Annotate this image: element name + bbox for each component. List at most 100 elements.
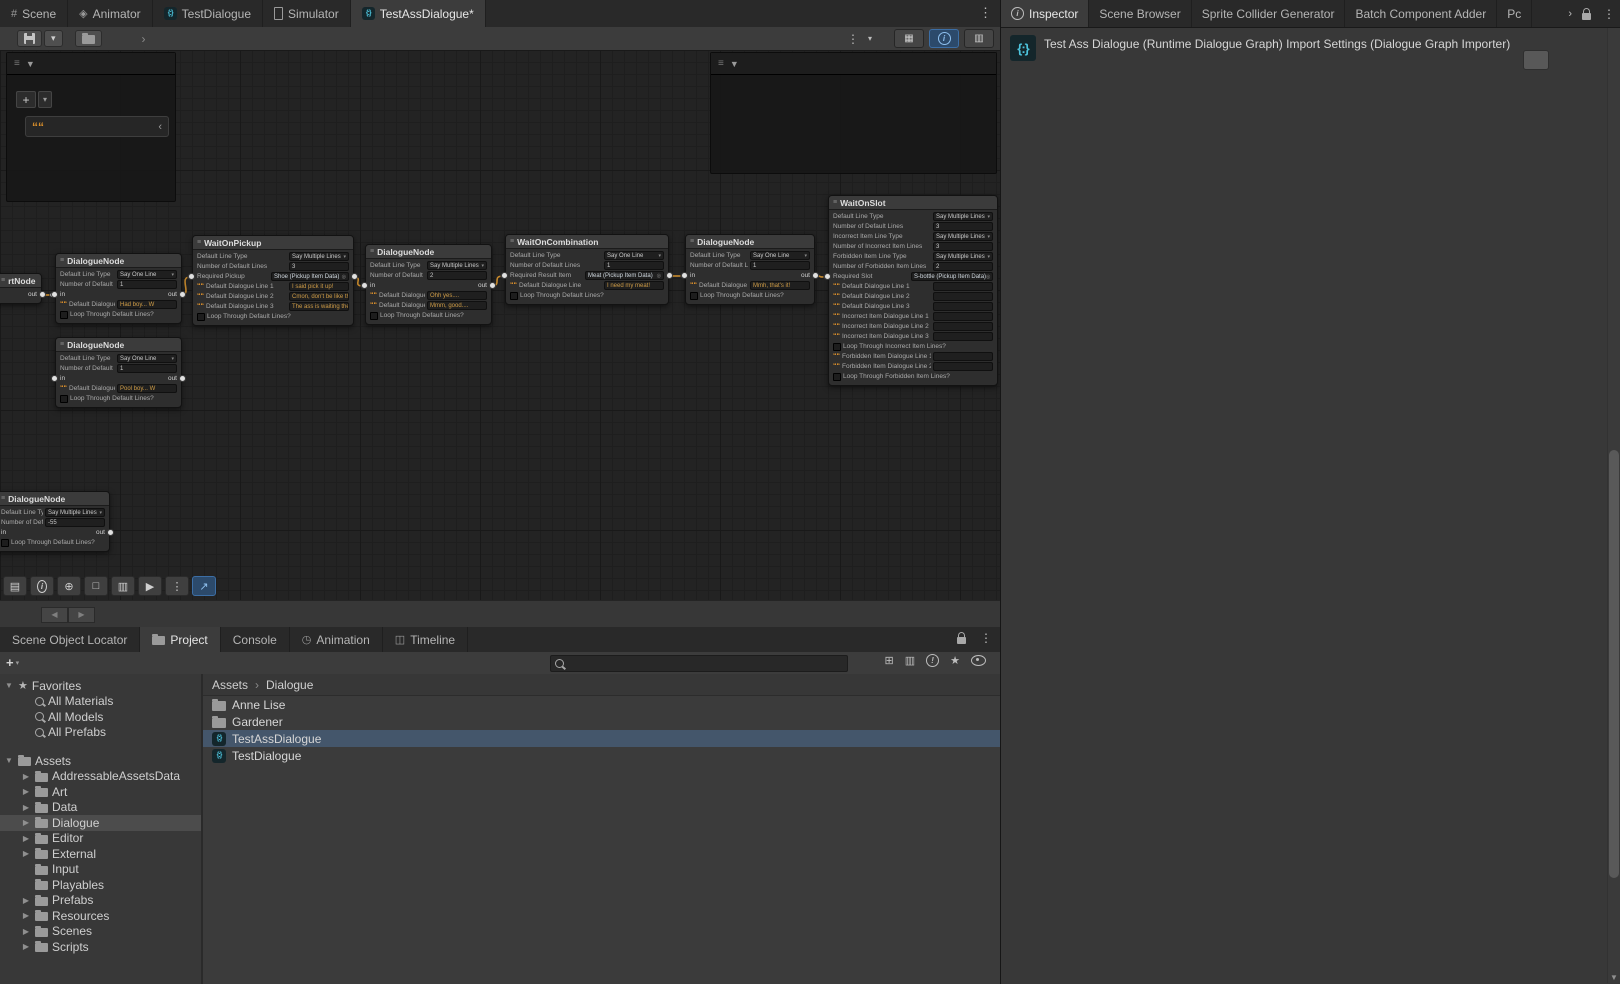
node-number-field[interactable]: 3 (933, 242, 993, 251)
node-number-field[interactable]: 1 (117, 280, 177, 289)
dialogue-line-field[interactable] (933, 322, 993, 331)
folder-item-resources[interactable]: ▶Resources (0, 908, 201, 924)
tab-scene-object-locator[interactable]: Scene Object Locator (0, 627, 140, 652)
input-port-icon[interactable] (824, 273, 831, 280)
editor-tab-animator[interactable]: ◈Animator (68, 0, 153, 27)
node-dropdown-field[interactable]: Say Multiple Lines▾ (289, 252, 349, 261)
tools-icon[interactable]: ⊕ (57, 576, 81, 596)
foldout-arrow-icon[interactable]: ▶ (21, 911, 31, 920)
package-icon[interactable]: ▥ (905, 654, 915, 667)
asset-item-testdialogue[interactable]: {:}TestDialogue (203, 747, 1000, 764)
folder-item-scripts[interactable]: ▶Scripts (0, 939, 201, 955)
open-button[interactable] (1523, 50, 1549, 70)
tab-scroll-chevron-icon[interactable]: › (1568, 8, 1572, 20)
output-port-icon[interactable] (107, 529, 114, 536)
editor-tab-testdialogue[interactable]: {:}TestDialogue (153, 0, 263, 27)
dialogue-line-field[interactable] (933, 332, 993, 341)
dialogue-line-field[interactable] (933, 352, 993, 361)
node-number-field[interactable]: 3 (933, 222, 993, 231)
collapse-chevron-icon[interactable]: ‹ (158, 121, 162, 133)
inspector-tab-batch-component-adder[interactable]: Batch Component Adder (1345, 0, 1497, 27)
add-property-dropdown[interactable]: ▾ (38, 91, 52, 108)
checkbox[interactable] (833, 343, 841, 351)
node-title-bar[interactable]: ≡DialogueNode (56, 338, 181, 352)
output-port-icon[interactable] (351, 273, 358, 280)
dialogue-line-field[interactable]: I said pick it up! (289, 282, 349, 291)
checkbox[interactable] (510, 292, 518, 300)
inspector-tab-scene-browser[interactable]: Scene Browser (1089, 0, 1191, 27)
folder-item-external[interactable]: ▶External (0, 846, 201, 862)
favorites-item-all-materials[interactable]: All Materials (0, 694, 201, 710)
node-dropdown-field[interactable]: Say Multiple Lines▾ (933, 232, 993, 241)
visibility-toggle[interactable] (971, 655, 990, 666)
input-port-icon[interactable] (501, 272, 508, 279)
favorites-item-all-prefabs[interactable]: All Prefabs (0, 725, 201, 741)
favorites-star-icon[interactable]: ★ (950, 654, 960, 667)
node-dropdown-field[interactable]: Say Multiple Lines▾ (933, 252, 993, 261)
inspector-tab-pc[interactable]: Pc (1497, 0, 1532, 27)
more-menu-icon[interactable]: ⋮ (978, 631, 994, 645)
checkbox[interactable] (60, 395, 68, 403)
alert-icon[interactable]: ! (926, 654, 939, 667)
editor-tab-simulator[interactable]: Simulator (263, 0, 351, 27)
tab-animation[interactable]: ◷Animation (290, 627, 383, 652)
object-field[interactable]: Shoe (Pickup Item Data)◎ (271, 272, 349, 281)
tab-timeline[interactable]: ◫Timeline (383, 627, 468, 652)
node-dropdown-field[interactable]: Say One Line▾ (604, 251, 664, 260)
graph-node-waitoncombination[interactable]: ≡WaitOnCombinationDefault Line TypeSay O… (505, 234, 669, 305)
save-dropdown-button[interactable]: ▾ (44, 30, 63, 47)
save-button[interactable] (17, 30, 42, 47)
folder-item-editor[interactable]: ▶Editor (0, 831, 201, 847)
node-number-field[interactable]: 1 (750, 261, 810, 270)
node-title-bar[interactable]: ≡DialogueNode (56, 254, 181, 268)
scroll-down-arrow-icon[interactable]: ▼ (1608, 973, 1620, 982)
window-icon[interactable]: □ (84, 576, 108, 596)
editor-tab-testassdialogue[interactable]: {:}TestAssDialogue* (351, 0, 486, 27)
next-error-button[interactable]: ▶ (68, 607, 95, 623)
input-port-icon[interactable] (681, 272, 688, 279)
foldout-arrow-icon[interactable]: ▶ (21, 927, 31, 936)
folder-item-data[interactable]: ▶Data (0, 800, 201, 816)
asset-item-gardener[interactable]: Gardener (203, 713, 1000, 730)
node-dropdown-field[interactable]: Say One Line▾ (750, 251, 810, 260)
asset-item-anne-lise[interactable]: Anne Lise (203, 696, 1000, 713)
breadcrumb-dialogue[interactable]: Dialogue (266, 678, 313, 692)
stats-icon[interactable]: ▥ (964, 29, 994, 48)
dialogue-line-field[interactable] (933, 362, 993, 371)
object-field[interactable]: S-bottle (Pickup Item Data)◎ (911, 272, 993, 281)
info-toggle-icon[interactable]: i (929, 29, 959, 48)
output-port-icon[interactable] (179, 291, 186, 298)
info-icon[interactable]: i (30, 576, 54, 596)
dialogue-line-field[interactable]: Had boy... W (117, 300, 177, 309)
folder-item-playables[interactable]: Playables (0, 877, 201, 893)
more-menu-icon[interactable]: ⋮ (845, 32, 861, 46)
input-port-icon[interactable] (51, 375, 58, 382)
favorites-item-all-models[interactable]: All Models (0, 709, 201, 725)
node-number-field[interactable]: 2 (427, 271, 487, 280)
tab-project[interactable]: Project (140, 627, 220, 652)
foldout-arrow-icon[interactable]: ▼ (4, 756, 14, 765)
graph-node-dialoguenode[interactable]: ≡DialogueNodeDefault Line TypeSay Multip… (365, 244, 492, 325)
create-asset-button[interactable]: + ▾ (6, 655, 19, 670)
breadcrumb-assets[interactable]: Assets (212, 678, 248, 692)
checkbox[interactable] (197, 313, 205, 321)
inspector-tab-sprite-collider-generator[interactable]: Sprite Collider Generator (1192, 0, 1346, 27)
folder-item-dialogue[interactable]: ▶Dialogue (0, 815, 201, 831)
node-title-bar[interactable]: ≡DialogueNode (686, 235, 814, 249)
graph-node-rtnode[interactable]: ≡rtNodeout (0, 273, 42, 304)
object-field[interactable]: Meat (Pickup Item Data)◎ (585, 271, 664, 280)
checkbox[interactable] (370, 312, 378, 320)
graph-node-dialoguenode[interactable]: ≡DialogueNodeDefault Line TypeSay One Li… (55, 337, 182, 408)
folder-item-art[interactable]: ▶Art (0, 784, 201, 800)
graph-node-dialoguenode[interactable]: ≡DialogueNodeDefault Line TypeSay One Li… (55, 253, 182, 324)
output-port-icon[interactable] (812, 272, 819, 279)
foldout-arrow-icon[interactable]: ▶ (21, 942, 31, 951)
output-port-icon[interactable] (666, 272, 673, 279)
graph-inspector-header[interactable]: ≡ ▼ (711, 53, 996, 75)
blackboard-header[interactable]: ≡ ▼ (7, 53, 175, 75)
foldout-arrow-icon[interactable]: ▶ (21, 803, 31, 812)
node-dropdown-field[interactable]: Say One Line▾ (117, 354, 177, 363)
input-port-icon[interactable] (361, 282, 368, 289)
node-title-bar[interactable]: ≡WaitOnPickup (193, 236, 353, 250)
checkbox[interactable] (1, 539, 9, 547)
